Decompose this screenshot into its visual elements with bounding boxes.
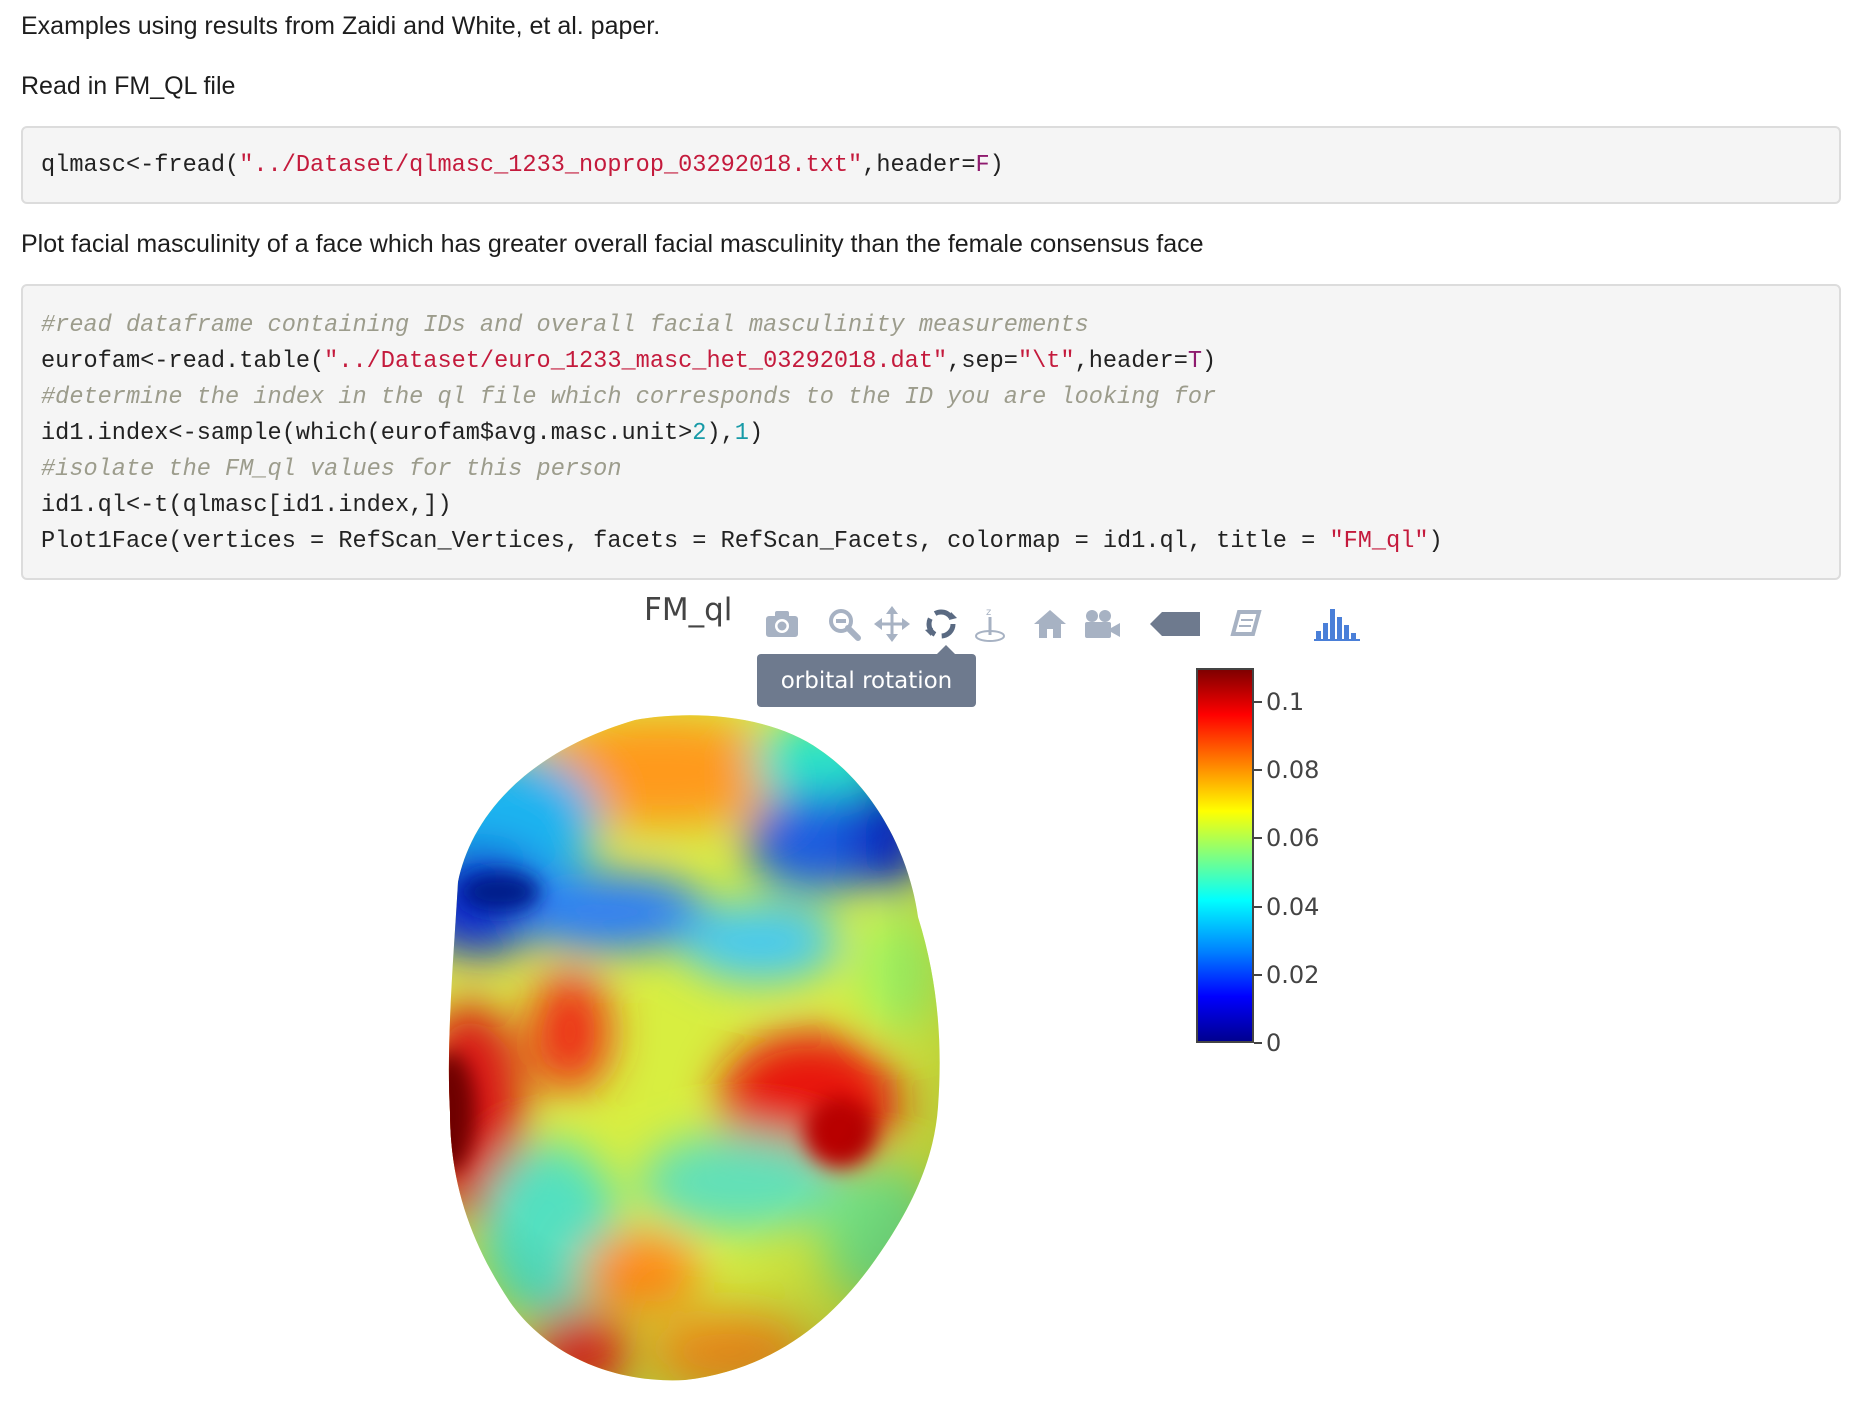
colorbar-tick-label: 0.02 — [1266, 960, 1320, 989]
code-token: #determine the index in the ql file whic… — [41, 384, 1217, 411]
colorbar-tick — [1254, 701, 1262, 704]
plot-heading: Plot facial masculinity of a face which … — [21, 230, 1204, 258]
colorbar-tick-label: 0.08 — [1266, 756, 1320, 785]
code-token: eurofam<-read.table( — [41, 348, 325, 375]
colorbar-tick — [1254, 1042, 1262, 1044]
code-token: ) — [989, 152, 1004, 179]
code-block-plot: #read dataframe containing IDs and overa… — [21, 284, 1841, 580]
home-icon[interactable] — [1030, 604, 1070, 644]
tooltip-orbital-rotation: orbital rotation — [757, 645, 976, 707]
code-token: ) — [748, 420, 764, 447]
camera-icon[interactable] — [762, 604, 802, 644]
plotly-logo-icon[interactable] — [1310, 604, 1364, 644]
code-line: Plot1Face(vertices = RefScan_Vertices, f… — [41, 524, 1821, 560]
colorbar-tick-label: 0.06 — [1266, 824, 1320, 853]
colorbar-tick — [1254, 905, 1262, 908]
code-token: #read dataframe containing IDs and overa… — [41, 312, 1089, 339]
code-line: eurofam<-read.table("../Dataset/euro_123… — [41, 344, 1821, 380]
code-token: "FM_ql" — [1329, 528, 1429, 555]
code-token: ,header= — [862, 152, 976, 179]
code-line: qlmasc<-fread("../Dataset/qlmasc_1233_no… — [41, 148, 1821, 184]
turntable-rotation-icon[interactable]: z — [970, 604, 1010, 644]
colorbar-tick — [1254, 973, 1262, 976]
code-token: 1 — [734, 420, 749, 447]
video-camera-icon[interactable] — [1080, 604, 1124, 644]
read-heading: Read in FM_QL file — [21, 72, 236, 100]
code-token: "../Dataset/euro_1233_masc_het_03292018.… — [324, 348, 948, 375]
code-token: F — [975, 152, 990, 179]
code-line: #determine the index in the ql file whic… — [41, 380, 1821, 416]
code-token: id1.ql<-t(qlmasc[id1.index,]) — [41, 492, 452, 519]
code-token: 2 — [692, 420, 707, 447]
code-line: id1.index<-sample(which(eurofam$avg.masc… — [41, 416, 1821, 452]
hover-tag-icon[interactable] — [1148, 604, 1204, 644]
code-token: #isolate the FM_ql values for this perso… — [41, 456, 622, 483]
code-token: "../Dataset/qlmasc_1233_noprop_03292018.… — [239, 152, 863, 179]
code-token: ), — [706, 420, 735, 447]
code-token: ,sep= — [947, 348, 1018, 375]
code-line: id1.ql<-t(qlmasc[id1.index,]) — [41, 488, 1821, 524]
intro-paragraph: Examples using results from Zaidi and Wh… — [21, 12, 661, 40]
code-token: T — [1187, 348, 1203, 375]
code-line: #isolate the FM_ql values for this perso… — [41, 452, 1821, 488]
orbital-rotation-icon[interactable] — [920, 604, 962, 644]
colorbar-tick — [1254, 837, 1262, 840]
code-block-fread: qlmasc<-fread("../Dataset/qlmasc_1233_no… — [21, 126, 1841, 204]
code-token: qlmasc<-fread( — [41, 152, 240, 179]
plot-title: FM_ql — [644, 592, 733, 628]
colorbar-tick — [1254, 769, 1262, 772]
code-line: #read dataframe containing IDs and overa… — [41, 308, 1821, 344]
code-token: ) — [1428, 528, 1443, 555]
face-heatmap-surface[interactable] — [440, 712, 960, 1402]
colorbar — [1196, 668, 1254, 1043]
code-token: id1.index<-sample(which(eurofam$avg.masc… — [41, 420, 693, 447]
code-token: ) — [1202, 348, 1217, 375]
colorbar-tick-label: 0.04 — [1266, 892, 1320, 921]
zoom-icon[interactable] — [824, 604, 864, 644]
colorbar-tick-label: 0.1 — [1266, 688, 1305, 717]
pan-icon[interactable] — [872, 604, 912, 644]
colorbar-tick-label: 0 — [1266, 1029, 1282, 1057]
code-token: "\t" — [1017, 348, 1075, 375]
spikelines-icon[interactable] — [1226, 604, 1266, 644]
svg-text:z: z — [986, 607, 991, 618]
code-token: ,header= — [1074, 348, 1188, 375]
code-token: Plot1Face(vertices = RefScan_Vertices, f… — [41, 528, 1330, 555]
